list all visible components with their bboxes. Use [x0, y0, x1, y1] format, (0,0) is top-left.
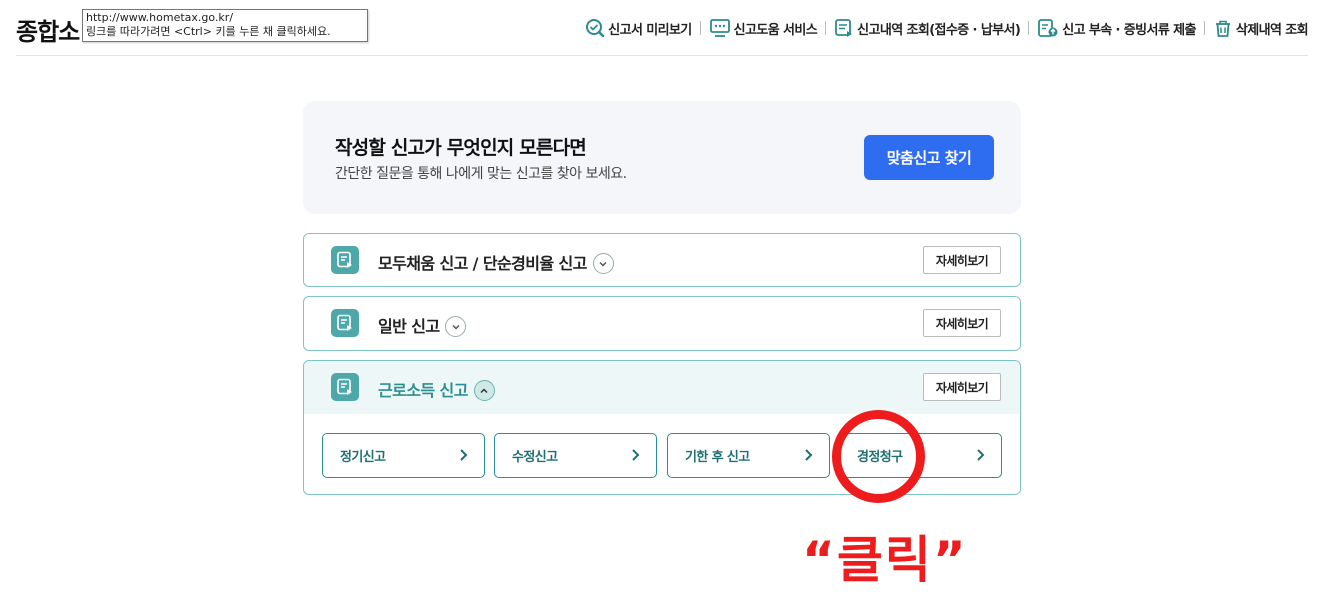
search-icon	[586, 19, 605, 38]
card-title-text: 일반 신고	[378, 317, 440, 336]
nav-history-link[interactable]: 신고내역 조회(접수증 · 납부서)	[834, 18, 1021, 38]
find-custom-filing-button[interactable]: 맞춤신고 찾기	[864, 135, 994, 180]
nav-divider	[825, 21, 827, 35]
nav-divider	[1028, 21, 1030, 35]
chevron-right-icon	[977, 449, 985, 461]
nav-history-label: 신고내역 조회(접수증 · 납부서)	[857, 22, 1021, 38]
page-title: 종합소	[16, 18, 80, 46]
nav-help-service-link[interactable]: 신고도움 서비스	[709, 18, 818, 38]
monitor-help-icon	[709, 19, 730, 37]
regular-filing-button[interactable]: 정기신고	[322, 433, 485, 478]
card-header[interactable]: 모두채움 신고 / 단순경비율 신고 자세히보기	[304, 234, 1020, 287]
chevron-up-icon[interactable]	[473, 380, 495, 401]
details-button[interactable]: 자세히보기	[923, 373, 1001, 401]
card-header[interactable]: 근로소득 신고 자세히보기	[304, 361, 1020, 414]
finder-title: 작성할 신고가 무엇인지 모른다면	[335, 137, 587, 159]
chevron-right-icon	[632, 449, 640, 461]
card-header[interactable]: 일반 신고 자세히보기	[304, 297, 1020, 350]
nav-help-service-label: 신고도움 서비스	[733, 22, 818, 38]
link-tooltip: http://www.hometax.go.kr/ 링크를 따라가려면 <Ctr…	[82, 9, 368, 42]
details-button[interactable]: 자세히보기	[923, 309, 1001, 337]
header-divider	[16, 55, 1308, 56]
nav-submit-docs-link[interactable]: 신고 부속 · 증빙서류 제출	[1037, 18, 1197, 38]
custom-filing-finder: 작성할 신고가 무엇인지 모른다면 간단한 질문을 통해 나에게 맞는 신고를 …	[303, 101, 1021, 214]
sub-button-label: 기한 후 신고	[685, 450, 750, 465]
filing-card-simple: 모두채움 신고 / 단순경비율 신고 자세히보기	[303, 233, 1021, 287]
document-list-icon	[835, 19, 853, 37]
document-upload-icon	[1038, 19, 1058, 37]
document-icon	[331, 246, 359, 274]
trash-icon	[1215, 20, 1230, 37]
chevron-right-icon	[805, 449, 813, 461]
nav-preview-label: 신고서 미리보기	[608, 22, 692, 38]
sub-button-label: 정기신고	[340, 450, 386, 465]
tooltip-url: http://www.hometax.go.kr/	[86, 11, 234, 24]
card-title-text: 모두채움 신고 / 단순경비율 신고	[378, 254, 587, 273]
nav-divider	[1203, 21, 1205, 35]
click-highlight-circle	[832, 410, 925, 503]
sub-button-label: 수정신고	[512, 450, 558, 465]
nav-deleted-history-label: 삭제내역 조회	[1235, 22, 1309, 38]
nav-submit-docs-label: 신고 부속 · 증빙서류 제출	[1062, 22, 1196, 38]
card-title-text: 근로소득 신고	[378, 381, 468, 400]
card-title: 근로소득 신고	[378, 377, 495, 402]
finder-description: 간단한 질문을 통해 나에게 맞는 신고를 찾아 보세요.	[335, 166, 627, 182]
amended-filing-button[interactable]: 수정신고	[494, 433, 657, 478]
click-annotation-label: “클릭”	[802, 531, 968, 589]
document-icon	[331, 373, 359, 401]
chevron-right-icon	[460, 449, 468, 461]
top-nav: 신고서 미리보기 신고도움 서비스 신고내역 조회(접수증 · 납부서) 신고 …	[585, 16, 1309, 40]
filing-card-general: 일반 신고 자세히보기	[303, 296, 1021, 351]
tooltip-hint: 링크를 따라가려면 <Ctrl> 키를 누른 채 클릭하세요.	[86, 25, 331, 38]
chevron-down-icon[interactable]	[592, 253, 614, 274]
document-icon	[331, 309, 359, 337]
card-title: 일반 신고	[378, 313, 467, 338]
nav-deleted-history-link[interactable]: 삭제내역 조회	[1213, 18, 1309, 38]
details-button[interactable]: 자세히보기	[923, 246, 1001, 274]
card-title: 모두채움 신고 / 단순경비율 신고	[378, 250, 614, 275]
chevron-down-icon[interactable]	[445, 316, 467, 337]
nav-divider	[699, 21, 701, 35]
nav-preview-link[interactable]: 신고서 미리보기	[585, 18, 692, 38]
late-filing-button[interactable]: 기한 후 신고	[667, 433, 830, 478]
